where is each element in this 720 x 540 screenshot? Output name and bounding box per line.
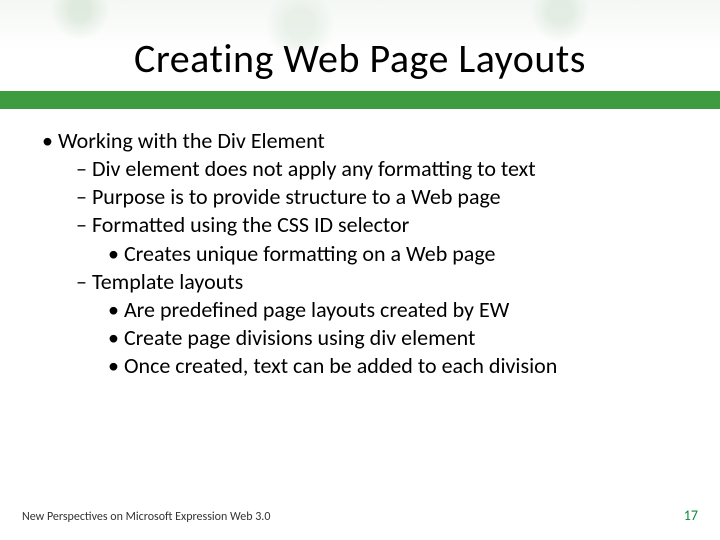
- slide-title: Creating Web Page Layouts: [0, 34, 720, 83]
- bullet-text: Template layouts: [92, 268, 243, 295]
- footer-source-text: New Perspectives on Microsoft Expression…: [22, 510, 270, 524]
- bullet-item: Creates unique formatting on a Web page: [108, 240, 690, 268]
- bullet-level-2: Div element does not apply any formattin…: [30, 155, 690, 239]
- bullet-item: Div element does not apply any formattin…: [76, 155, 690, 183]
- bullet-item: Template layouts: [76, 268, 690, 296]
- bullet-text: Purpose is to provide structure to a Web…: [92, 183, 501, 210]
- bullet-text: Working with the Div Element: [58, 127, 325, 154]
- bullet-item: Formatted using the CSS ID selector: [76, 211, 690, 239]
- bullet-item: Purpose is to provide structure to a Web…: [76, 183, 690, 211]
- bullet-text: Div element does not apply any formattin…: [92, 155, 536, 182]
- slide-footer: New Perspectives on Microsoft Expression…: [22, 507, 698, 524]
- footer-page-number: 17: [684, 507, 698, 524]
- bullet-item: Are predefined page layouts created by E…: [108, 296, 690, 324]
- bullet-item: Once created, text can be added to each …: [108, 352, 690, 380]
- bullet-text: Creates unique formatting on a Web page: [124, 240, 496, 267]
- title-underline-bar: [0, 91, 720, 109]
- bullet-item: Working with the Div Element: [42, 127, 690, 155]
- bullet-level-2: Template layouts: [30, 268, 690, 296]
- bullet-text: Once created, text can be added to each …: [124, 352, 557, 379]
- bullet-level-3: Creates unique formatting on a Web page: [30, 240, 690, 268]
- slide-body: Working with the Div Element Div element…: [0, 109, 720, 380]
- bullet-level-3: Are predefined page layouts created by E…: [30, 296, 690, 380]
- bullet-text: Create page divisions using div element: [124, 324, 475, 351]
- title-area: Creating Web Page Layouts: [0, 0, 720, 109]
- bullet-text: Formatted using the CSS ID selector: [92, 211, 409, 238]
- bullet-text: Are predefined page layouts created by E…: [124, 296, 509, 323]
- bullet-level-1: Working with the Div Element: [30, 127, 690, 155]
- bullet-item: Create page divisions using div element: [108, 324, 690, 352]
